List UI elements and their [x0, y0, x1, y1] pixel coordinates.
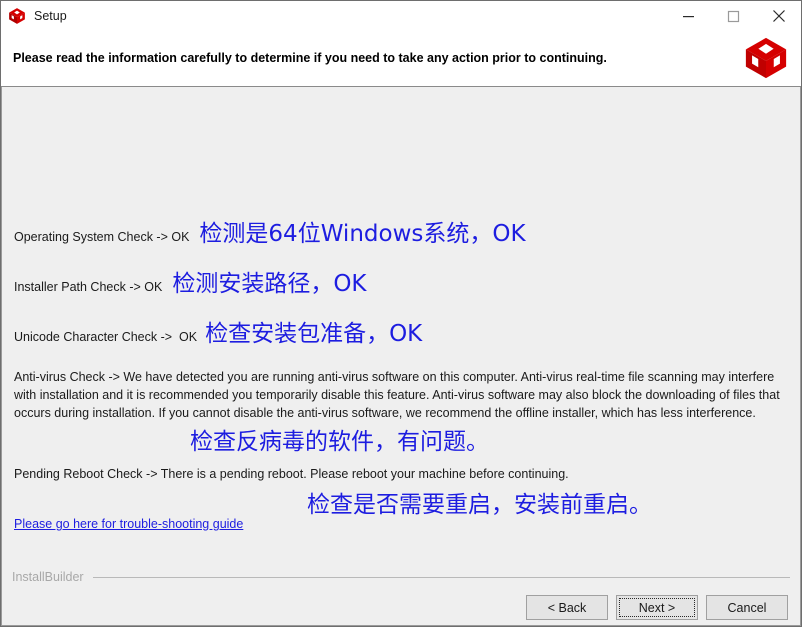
page-title: Please read the information carefully to… [13, 51, 607, 65]
reboot-annotation: 检查是否需要重启，安装前重启。 [307, 492, 652, 518]
setup-window: Setup Please read the information carefu… [0, 0, 802, 627]
brand-divider [92, 576, 790, 578]
header-band: Please read the information carefully to… [1, 31, 801, 87]
footer-bar: InstallBuilder < Back Next > Cancel [1, 559, 801, 626]
window-title: Setup [34, 8, 67, 23]
content-panel: Operating System Check -> OK 检测是64位Windo… [1, 87, 801, 559]
back-button[interactable]: < Back [526, 595, 608, 620]
antivirus-annotation: 检查反病毒的软件，有问题。 [190, 429, 489, 455]
check-annotation: 检测安装路径，OK [172, 271, 367, 297]
check-row: Unicode Character Check -> OK 检查安装包准备，OK [14, 323, 788, 346]
check-label: Installer Path Check -> OK [14, 280, 163, 294]
window-controls [666, 1, 801, 31]
check-label: Unicode Character Check -> OK [14, 330, 198, 344]
check-annotation: 检查安装包准备，OK [205, 321, 423, 347]
red-cube-icon [8, 7, 26, 25]
check-label: Operating System Check -> OK [14, 230, 190, 244]
check-row: Operating System Check -> OK 检测是64位Windo… [14, 223, 788, 246]
button-bar: < Back Next > Cancel [526, 595, 788, 620]
title-bar: Setup [1, 1, 801, 31]
next-button[interactable]: Next > [616, 595, 698, 620]
close-icon[interactable] [756, 1, 801, 31]
cancel-button[interactable]: Cancel [706, 595, 788, 620]
check-row: Installer Path Check -> OK 检测安装路径，OK [14, 273, 788, 296]
antivirus-check-paragraph: Anti-virus Check -> We have detected you… [14, 370, 780, 421]
pending-reboot-paragraph: Pending Reboot Check -> There is a pendi… [14, 467, 569, 481]
brand-label: InstallBuilder [12, 570, 84, 584]
brand-line: InstallBuilder [12, 570, 790, 584]
checks-list: Operating System Check -> OK 检测是64位Windo… [2, 87, 800, 559]
check-annotation: 检测是64位Windows系统，OK [199, 221, 526, 247]
red-cube-logo [743, 35, 789, 81]
trouble-shooting-link[interactable]: Please go here for trouble-shooting guid… [14, 517, 243, 531]
minimize-icon[interactable] [666, 1, 711, 31]
maximize-icon[interactable] [711, 1, 756, 31]
